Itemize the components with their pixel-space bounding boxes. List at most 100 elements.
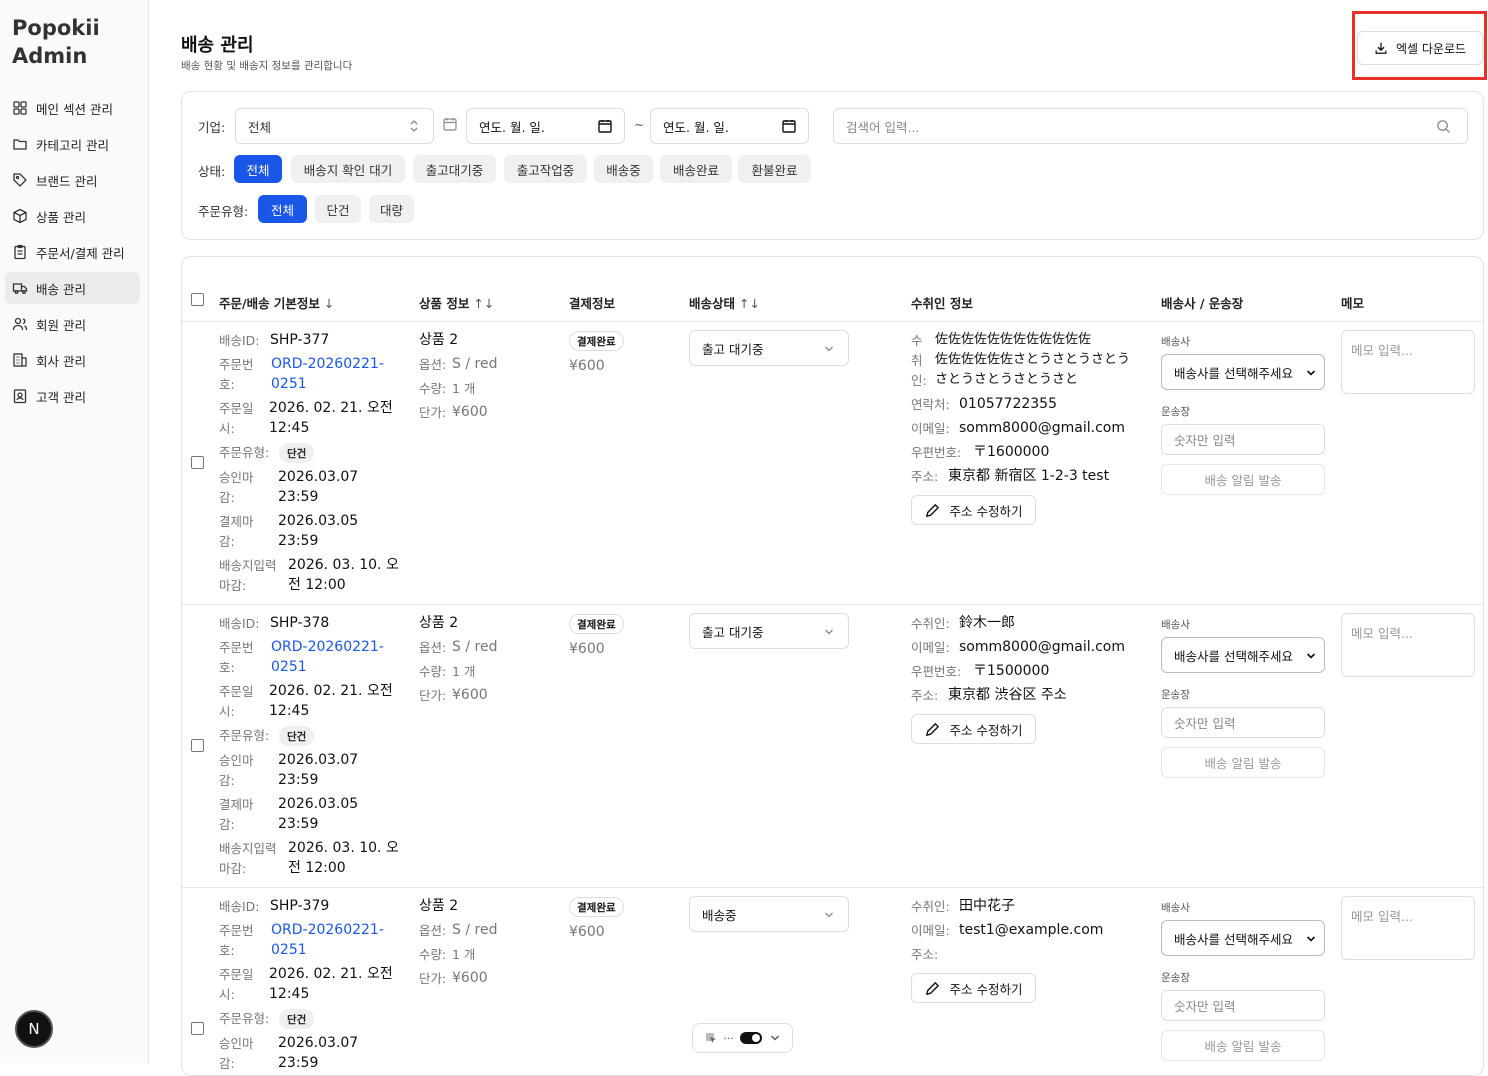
cursor-icon[interactable] xyxy=(705,1032,717,1044)
pencil-icon xyxy=(925,981,939,995)
phone-label: 연락처: xyxy=(911,397,950,412)
memo-input[interactable]: 메모 입력... xyxy=(1341,330,1475,394)
status-chip-address-pending[interactable]: 배송지 확인 대기 xyxy=(291,155,405,183)
tracking-input[interactable]: 숫자만 입력 xyxy=(1161,990,1325,1021)
edit-address-button[interactable]: 주소 수정하기 xyxy=(911,495,1036,525)
search-icon[interactable] xyxy=(1436,119,1451,134)
qty-value: 1 개 xyxy=(452,381,476,396)
address-deadline-label: 마감: xyxy=(219,861,247,876)
sidebar-item-shipping[interactable]: 배송 관리 xyxy=(5,272,140,304)
pay-deadline-time: 23:59 xyxy=(278,816,319,832)
order-no-link[interactable]: 0251 xyxy=(271,940,307,960)
price-label: 단가: xyxy=(419,405,447,420)
contact-icon xyxy=(13,389,27,404)
send-notification-button[interactable]: 배송 알림 발송 xyxy=(1161,1030,1325,1061)
order-no-link[interactable]: 0251 xyxy=(271,657,307,677)
column-header-product[interactable]: 상품 정보 ↑↓ xyxy=(419,293,494,312)
ship-id: SHP-377 xyxy=(270,332,330,348)
address-deadline-time: 전 12:00 xyxy=(288,860,346,876)
order-no-link[interactable]: ORD-20260221- xyxy=(271,637,384,657)
devtools-badge[interactable]: N xyxy=(15,1010,53,1048)
carrier-label: 배송사 xyxy=(1161,336,1190,348)
row-checkbox[interactable] xyxy=(191,739,204,752)
calendar-picker-icon[interactable] xyxy=(782,119,796,133)
status-chip-refunded[interactable]: 환불완료 xyxy=(738,155,811,183)
price-label: 단가: xyxy=(419,971,447,986)
tracking-input[interactable]: 숫자만 입력 xyxy=(1161,424,1325,455)
pay-deadline-label: 결제마 xyxy=(219,797,254,812)
box-icon xyxy=(13,208,27,224)
phone-value: 01057722355 xyxy=(959,396,1057,412)
address-deadline-time: 전 12:00 xyxy=(288,577,346,593)
status-chip-all[interactable]: 전체 xyxy=(234,155,282,183)
order-no-link[interactable]: ORD-20260221- xyxy=(271,354,384,374)
sidebar-item-order-payment[interactable]: 주문서/결제 관리 xyxy=(5,236,140,268)
email-label: 이메일: xyxy=(911,640,950,655)
type-chip-all[interactable]: 전체 xyxy=(258,195,307,223)
price-label: 단가: xyxy=(419,688,447,703)
sidebar-item-members[interactable]: 회원 관리 xyxy=(5,308,140,340)
row-checkbox[interactable] xyxy=(191,1022,204,1035)
column-header-status[interactable]: 배송상태 ↑↓ xyxy=(689,293,760,312)
qty-label: 수량: xyxy=(419,947,447,962)
shipping-status-select[interactable]: 출고 대기중 xyxy=(689,330,849,366)
memo-input[interactable]: 메모 입력... xyxy=(1341,896,1475,960)
tracking-input[interactable]: 숫자만 입력 xyxy=(1161,707,1325,738)
calendar-picker-icon[interactable] xyxy=(598,119,612,133)
ship-id-label: 배송ID: xyxy=(219,616,260,631)
sidebar-item-category[interactable]: 카테고리 관리 xyxy=(5,128,140,160)
pay-deadline-label: 결제마 xyxy=(219,514,254,529)
status-chip-ready[interactable]: 출고대기중 xyxy=(413,155,496,183)
carrier-select[interactable]: 배송사를 선택해주세요 xyxy=(1161,354,1325,390)
devtools-toolbar[interactable]: ··· xyxy=(692,1023,793,1053)
shipping-status-select[interactable]: 배송중 xyxy=(689,896,849,932)
type-chip-bulk[interactable]: 대량 xyxy=(369,195,414,223)
product-name: 상품 2 xyxy=(419,615,459,631)
row-checkbox[interactable] xyxy=(191,456,204,469)
select-all-checkbox[interactable] xyxy=(191,293,204,306)
order-no-link[interactable]: ORD-20260221- xyxy=(271,920,384,940)
send-notification-button[interactable]: 배송 알림 발송 xyxy=(1161,464,1325,495)
sidebar-nav: 메인 섹션 관리 카테고리 관리 브랜드 관리 상품 관리 주문서/결제 관리 … xyxy=(5,92,140,416)
order-type-label: 주문유형: xyxy=(198,204,249,219)
chevron-updown-icon xyxy=(410,120,418,132)
search-input[interactable]: 검색어 입력... xyxy=(833,108,1468,144)
memo-input[interactable]: 메모 입력... xyxy=(1341,613,1475,677)
order-date: 2026. 02. 21. 오전 xyxy=(269,966,393,982)
order-no-link[interactable]: 0251 xyxy=(271,374,307,394)
sidebar-item-brand[interactable]: 브랜드 관리 xyxy=(5,164,140,196)
sidebar-item-company[interactable]: 회사 관리 xyxy=(5,344,140,376)
column-header-basic[interactable]: 주문/배송 기본정보 ↓ xyxy=(219,293,334,312)
approve-deadline: 2026.03.07 xyxy=(278,1035,359,1051)
sidebar-item-label: 메인 섹션 관리 xyxy=(36,101,113,117)
send-notification-button[interactable]: 배송 알림 발송 xyxy=(1161,747,1325,778)
company-select[interactable]: 전체 xyxy=(235,108,434,144)
type-chip-single[interactable]: 단건 xyxy=(315,195,361,223)
shipping-status-value: 출고 대기중 xyxy=(702,624,764,640)
carrier-select[interactable]: 배송사를 선택해주세요 xyxy=(1161,920,1325,956)
edit-address-button[interactable]: 주소 수정하기 xyxy=(911,973,1036,1003)
status-chip-delivered[interactable]: 배송완료 xyxy=(660,155,732,183)
date-separator: ~ xyxy=(634,118,645,132)
sidebar-item-label: 주문서/결제 관리 xyxy=(36,245,125,261)
status-chip-shipping[interactable]: 배송중 xyxy=(594,155,653,183)
date-from-input[interactable]: 연도. 월. 일. xyxy=(466,108,625,144)
chevron-down-icon xyxy=(825,912,833,918)
recipient-name: さとうさとうさとうさと xyxy=(935,372,1079,387)
edit-address-button[interactable]: 주소 수정하기 xyxy=(911,714,1036,744)
carrier-select[interactable]: 배송사를 선택해주세요 xyxy=(1161,637,1325,673)
sidebar-item-customers[interactable]: 고객 관리 xyxy=(5,380,140,412)
excel-download-button[interactable]: 엑셀 다운로드 xyxy=(1357,31,1483,65)
payment-status-badge: 결제완료 xyxy=(569,897,624,917)
sidebar-item-product[interactable]: 상품 관리 xyxy=(5,200,140,232)
more-dots-icon[interactable]: ··· xyxy=(723,1032,734,1045)
chevron-down-icon[interactable] xyxy=(770,1033,780,1043)
shipping-status-select[interactable]: 출고 대기중 xyxy=(689,613,849,649)
date-to-input[interactable]: 연도. 월. 일. xyxy=(650,108,809,144)
toggle-icon[interactable] xyxy=(739,1032,762,1044)
row-divider xyxy=(182,887,1483,888)
order-type-badge: 단건 xyxy=(279,726,315,746)
sidebar-item-main-section[interactable]: 메인 섹션 관리 xyxy=(5,92,140,124)
chevron-down-icon xyxy=(825,346,833,352)
status-chip-processing[interactable]: 출고작업중 xyxy=(504,155,587,183)
